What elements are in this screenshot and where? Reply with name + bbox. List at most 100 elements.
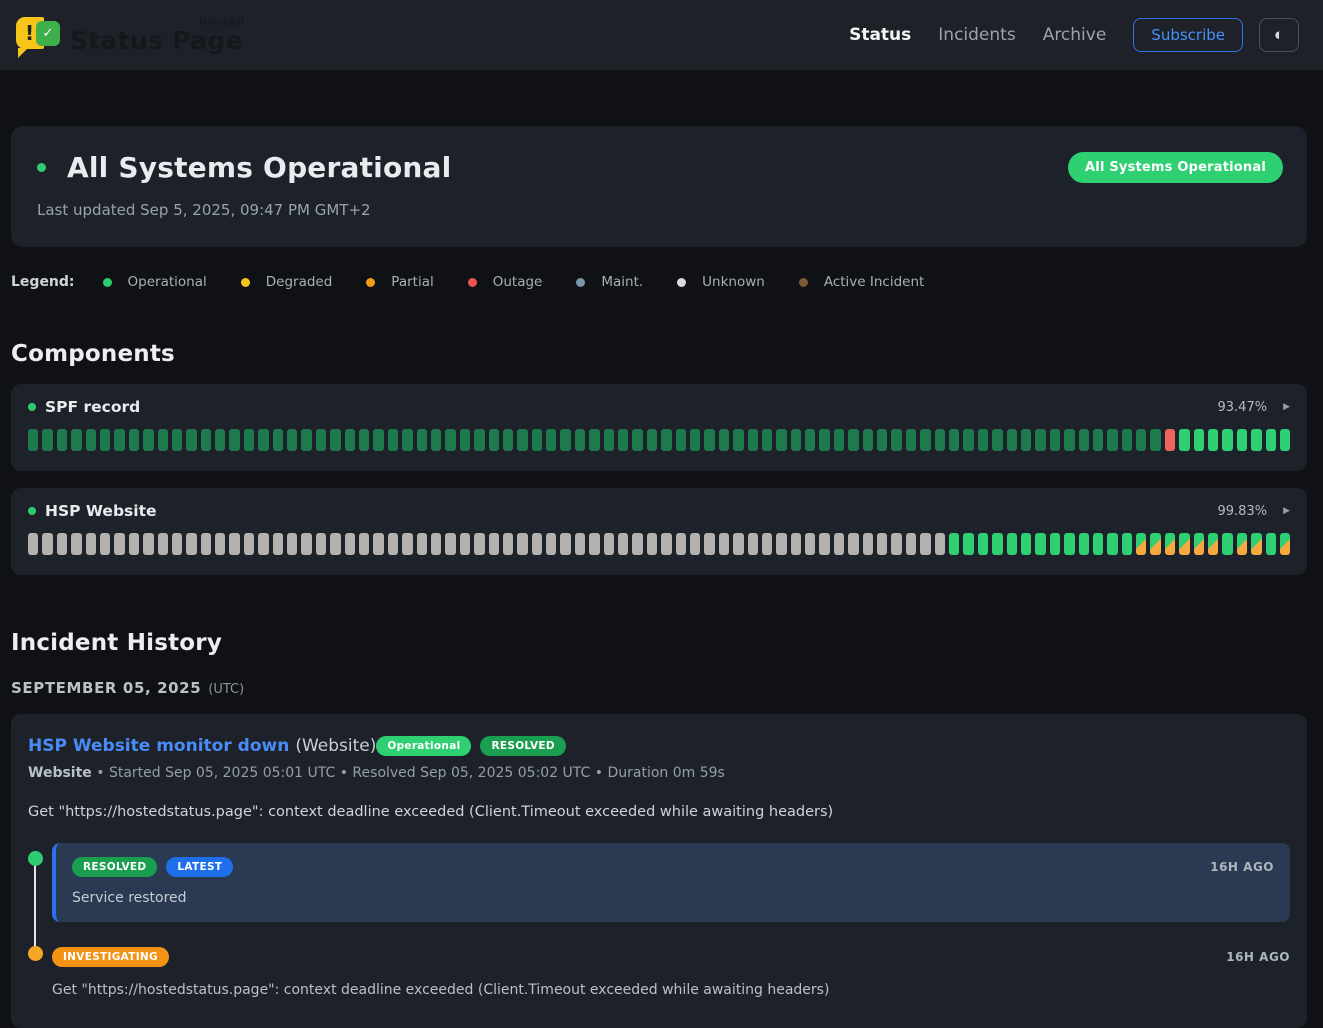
theme-toggle-button[interactable]: ◐	[1259, 18, 1299, 52]
uptime-bar[interactable]	[42, 429, 52, 451]
uptime-bar[interactable]	[244, 533, 254, 555]
uptime-bar[interactable]	[661, 533, 671, 555]
uptime-bar[interactable]	[359, 429, 369, 451]
uptime-bar[interactable]	[301, 533, 311, 555]
uptime-bar[interactable]	[819, 429, 829, 451]
uptime-bar[interactable]	[805, 533, 815, 555]
uptime-bar[interactable]	[863, 429, 873, 451]
uptime-bar[interactable]	[273, 533, 283, 555]
uptime-bar[interactable]	[186, 533, 196, 555]
uptime-bar[interactable]	[791, 429, 801, 451]
uptime-bar[interactable]	[129, 429, 139, 451]
uptime-bar[interactable]	[445, 533, 455, 555]
uptime-bar[interactable]	[920, 429, 930, 451]
uptime-bar[interactable]	[301, 429, 311, 451]
uptime-bar[interactable]	[71, 429, 81, 451]
uptime-bar[interactable]	[186, 429, 196, 451]
uptime-bar[interactable]	[733, 429, 743, 451]
uptime-bar[interactable]	[100, 533, 110, 555]
uptime-bar[interactable]	[1165, 533, 1175, 555]
uptime-bar[interactable]	[733, 533, 743, 555]
uptime-bar[interactable]	[1021, 429, 1031, 451]
uptime-bar[interactable]	[1021, 533, 1031, 555]
uptime-bar[interactable]	[402, 429, 412, 451]
uptime-bar[interactable]	[560, 429, 570, 451]
uptime-bar[interactable]	[1050, 429, 1060, 451]
uptime-bar[interactable]	[258, 429, 268, 451]
uptime-bar[interactable]	[891, 533, 901, 555]
uptime-bar[interactable]	[42, 533, 52, 555]
uptime-bar[interactable]	[1222, 429, 1232, 451]
uptime-bar[interactable]	[28, 533, 38, 555]
uptime-bar[interactable]	[345, 429, 355, 451]
uptime-bar[interactable]	[834, 429, 844, 451]
uptime-bar[interactable]	[575, 533, 585, 555]
uptime-bar[interactable]	[776, 429, 786, 451]
uptime-bar[interactable]	[1007, 533, 1017, 555]
uptime-bar[interactable]	[71, 533, 81, 555]
uptime-bar[interactable]	[575, 429, 585, 451]
uptime-bar[interactable]	[632, 429, 642, 451]
uptime-bar[interactable]	[647, 429, 657, 451]
uptime-bar[interactable]	[1064, 429, 1074, 451]
uptime-bar[interactable]	[978, 429, 988, 451]
uptime-bar[interactable]	[1179, 533, 1189, 555]
uptime-bar[interactable]	[1050, 533, 1060, 555]
uptime-bar[interactable]	[992, 533, 1002, 555]
uptime-bar[interactable]	[417, 429, 427, 451]
expand-arrow-icon[interactable]: ▶	[1283, 506, 1290, 516]
brand-logo[interactable]: ! ✓ Status Pagehosted	[14, 13, 243, 57]
uptime-bar[interactable]	[229, 429, 239, 451]
nav-link-status[interactable]: Status	[849, 25, 911, 45]
uptime-bar[interactable]	[1280, 533, 1290, 555]
uptime-bar[interactable]	[676, 533, 686, 555]
uptime-bar[interactable]	[1208, 533, 1218, 555]
uptime-bar[interactable]	[1035, 533, 1045, 555]
uptime-bar[interactable]	[1280, 429, 1290, 451]
uptime-bar[interactable]	[215, 533, 225, 555]
uptime-bar[interactable]	[935, 533, 945, 555]
uptime-bar[interactable]	[748, 429, 758, 451]
uptime-bar[interactable]	[1208, 429, 1218, 451]
uptime-bar[interactable]	[589, 429, 599, 451]
uptime-bar[interactable]	[57, 533, 67, 555]
uptime-bar[interactable]	[819, 533, 829, 555]
uptime-bar[interactable]	[632, 533, 642, 555]
uptime-bar[interactable]	[229, 533, 239, 555]
uptime-bar[interactable]	[604, 429, 614, 451]
uptime-bar[interactable]	[647, 533, 657, 555]
uptime-bar[interactable]	[791, 533, 801, 555]
uptime-bar[interactable]	[935, 429, 945, 451]
uptime-bar[interactable]	[920, 533, 930, 555]
uptime-bar[interactable]	[460, 429, 470, 451]
uptime-bar[interactable]	[661, 429, 671, 451]
uptime-bar[interactable]	[158, 429, 168, 451]
uptime-bar[interactable]	[762, 429, 772, 451]
uptime-bar[interactable]	[762, 533, 772, 555]
uptime-bar[interactable]	[618, 429, 628, 451]
uptime-bar[interactable]	[445, 429, 455, 451]
uptime-bar[interactable]	[489, 429, 499, 451]
uptime-bar[interactable]	[704, 429, 714, 451]
uptime-bar[interactable]	[143, 429, 153, 451]
uptime-bar[interactable]	[1107, 533, 1117, 555]
uptime-bar[interactable]	[431, 429, 441, 451]
uptime-bar[interactable]	[1122, 429, 1132, 451]
uptime-bar[interactable]	[1194, 429, 1204, 451]
uptime-bar[interactable]	[330, 429, 340, 451]
uptime-bar[interactable]	[891, 429, 901, 451]
uptime-bar[interactable]	[215, 429, 225, 451]
uptime-bar[interactable]	[1079, 533, 1089, 555]
uptime-bar[interactable]	[388, 533, 398, 555]
uptime-bar[interactable]	[690, 533, 700, 555]
uptime-bar[interactable]	[877, 429, 887, 451]
uptime-bar[interactable]	[345, 533, 355, 555]
uptime-bar[interactable]	[1194, 533, 1204, 555]
uptime-bar[interactable]	[431, 533, 441, 555]
uptime-bar[interactable]	[1251, 429, 1261, 451]
uptime-bar[interactable]	[604, 533, 614, 555]
uptime-bar[interactable]	[748, 533, 758, 555]
uptime-bar[interactable]	[316, 429, 326, 451]
uptime-bar[interactable]	[963, 429, 973, 451]
uptime-bar[interactable]	[402, 533, 412, 555]
